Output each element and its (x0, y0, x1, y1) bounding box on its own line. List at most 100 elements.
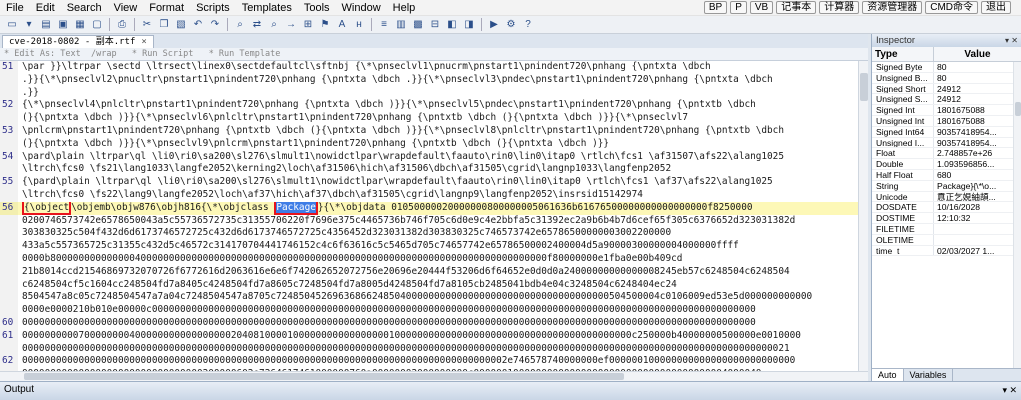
hex-search-icon[interactable]: ⊞ (301, 18, 315, 31)
exit-button[interactable]: 退出 (981, 1, 1011, 14)
insert-icon[interactable]: ʜ (352, 18, 366, 31)
editor-line[interactable]: (}{\pntxta \dbch )}}{\*\pnseclvl6\pnlclt… (0, 112, 868, 125)
goto-icon[interactable]: → (284, 18, 298, 31)
editor-line[interactable]: 61 00000000007000000004000000000000000002… (0, 329, 868, 343)
script-icon[interactable]: ◧ (445, 18, 459, 31)
editor-line[interactable]: \ltrch\fcs0 \fs21\lang1033\langfe2052\ke… (0, 163, 868, 177)
inspector-row[interactable]: Signed Short 24912 (872, 83, 1021, 95)
settings-icon[interactable]: ⚙ (504, 18, 518, 31)
compare-icon[interactable]: ⊟ (428, 18, 442, 31)
editor-line[interactable]: (}{\pntxta \dbch )}}{\*\pnseclvl9\pnlcrm… (0, 137, 868, 151)
vb-button[interactable]: VB (749, 1, 774, 14)
editor-line[interactable]: 54 \pard\plain \ltrpar\ql \li0\ri0\sa200\… (0, 150, 868, 164)
inspector-row[interactable]: Signed Byte 80 (872, 62, 1021, 73)
find-replace-icon[interactable]: ⇄ (250, 18, 264, 31)
editor-line[interactable]: 62 00000000000000000000000000000000000000… (0, 355, 868, 369)
help-icon[interactable]: ? (521, 18, 535, 31)
editor-line[interactable]: \ltrch\fcs0 \fs22\lang9\langfe2052\loch\… (0, 189, 868, 202)
p-button[interactable]: P (730, 1, 747, 14)
column-header-value[interactable]: Value (934, 47, 1021, 61)
editor-line[interactable]: 52 {\*\pnseclvl4\pnlcltr\pnstart1\pninden… (0, 99, 868, 113)
calculator-icon[interactable]: ▩ (411, 18, 425, 31)
inspector-row[interactable]: Unsigned B... 80 (872, 72, 1021, 84)
inspector-row[interactable]: Signed Int 1801675088 (872, 105, 1021, 116)
document-tab[interactable]: cve-2018-0802 - 副本.rtf × (2, 35, 154, 48)
cut-icon[interactable]: ✂ (140, 18, 154, 31)
scroll-thumb[interactable] (1015, 102, 1021, 116)
copy-icon[interactable]: ❐ (157, 18, 171, 31)
scroll-thumb[interactable] (860, 73, 868, 101)
editor-horizontal-scrollbar[interactable] (0, 371, 868, 381)
editor-line[interactable]: 8504547a8c05c7248504547a7a04c7248504547a… (0, 291, 868, 305)
inspector-row[interactable]: DOSTIME 12:10:32 (872, 213, 1021, 224)
find-icon[interactable]: ⌕ (233, 18, 247, 31)
inspector-scrollbar[interactable] (1013, 62, 1021, 368)
text-editor[interactable]: 51 \par }}\ltrpar \sectd \ltrsect\linex0\… (0, 61, 868, 381)
run-icon[interactable]: ▶ (487, 18, 501, 31)
inspector-row[interactable]: Float 2.748857e+26 (872, 148, 1021, 160)
menu-window[interactable]: Window (336, 0, 387, 16)
inspector-window-controls[interactable]: ▾ ✕ (1005, 34, 1021, 47)
text-icon[interactable]: A (335, 18, 349, 31)
menu-file[interactable]: File (0, 0, 30, 16)
menu-tools[interactable]: Tools (298, 0, 336, 16)
editor-line[interactable]: 303830325c504f432d6d6173746572725c432d6d… (0, 227, 868, 241)
editor-line[interactable]: 0000000000000000000000000000000000000000… (0, 342, 868, 356)
inspector-row[interactable]: time_t 02/03/2027 1... (872, 245, 1021, 257)
new-file-icon[interactable]: ▭ (5, 18, 19, 31)
editor-line[interactable]: 0200746573742e6578650043a5c55736572735c3… (0, 214, 868, 228)
menu-format[interactable]: Format (143, 0, 190, 16)
inspector-row[interactable]: OLETIME (872, 234, 1021, 246)
menu-help[interactable]: Help (387, 0, 422, 16)
bookmark-icon[interactable]: ⚑ (318, 18, 332, 31)
inspector-row[interactable]: String Package}{\*\o... (872, 180, 1021, 192)
print-icon[interactable]: ⎙ (115, 18, 129, 31)
clipboard-icon[interactable]: ▥ (394, 18, 408, 31)
open-icon[interactable]: ▤ (39, 18, 53, 31)
menu-edit[interactable]: Edit (30, 0, 61, 16)
bp-button[interactable]: BP (703, 1, 728, 14)
template-icon[interactable]: ◨ (462, 18, 476, 31)
undo-icon[interactable]: ↶ (191, 18, 205, 31)
editor-line[interactable]: 55 {\pard\plain \ltrpar\ql \li0\ri0\sa200… (0, 176, 868, 189)
save-all-icon[interactable]: ▦ (73, 18, 87, 31)
cmd-button[interactable]: CMD命令 (925, 1, 978, 14)
inspector-row[interactable]: Half Float 680 (872, 169, 1021, 181)
explorer-button[interactable]: 资源管理器 (862, 1, 923, 14)
overwrite-icon[interactable]: ≡ (377, 18, 391, 31)
redo-icon[interactable]: ↷ (208, 18, 222, 31)
inspector-row[interactable]: Unsigned Int 1801675088 (872, 115, 1021, 127)
output-window-controls[interactable]: ▾ ✕ (1002, 382, 1021, 400)
inspector-row[interactable]: Unsigned S... 24912 (872, 94, 1021, 106)
inspector-row[interactable]: Double 1.093596856... (872, 159, 1021, 170)
menu-templates[interactable]: Templates (236, 0, 298, 16)
dropdown-icon[interactable]: ▾ (22, 18, 36, 31)
paste-icon[interactable]: ▧ (174, 18, 188, 31)
editor-line[interactable]: 53 \pnlcrm\pnstart1\pnindent720\pnhang {\… (0, 125, 868, 138)
editor-line[interactable]: .}}{\*\pnseclvl2\pnucltr\pnstart1\pninde… (0, 73, 868, 87)
output-label[interactable]: Output (4, 382, 34, 400)
column-header-type[interactable]: Type (872, 47, 934, 61)
save-icon[interactable]: ▣ (56, 18, 70, 31)
inspector-row[interactable]: Unsigned I... 90357418954... (872, 137, 1021, 149)
inspector-row[interactable]: FILETIME (872, 223, 1021, 235)
editor-line[interactable]: c6248504cf5c1604cc248504fd7a8405c4248504… (0, 278, 868, 292)
editor-line[interactable]: 51 \par }}\ltrpar \sectd \ltrsect\linex0\… (0, 61, 868, 74)
calculator-button[interactable]: 计算器 (819, 1, 860, 14)
close-tab-icon[interactable]: × (141, 37, 146, 47)
tab-auto[interactable]: Auto (872, 369, 904, 381)
inspector-row[interactable]: Signed Int64 90357418954... (872, 126, 1021, 138)
editor-options-bar[interactable]: * Edit As: Text /wrap * Run Script * Run… (0, 48, 868, 61)
tab-variables[interactable]: Variables (904, 369, 954, 381)
menu-search[interactable]: Search (61, 0, 108, 16)
close-file-icon[interactable]: ▢ (90, 18, 104, 31)
editor-line[interactable]: 0000e0000210b010e00000c00000000000000000… (0, 304, 868, 317)
menu-view[interactable]: View (108, 0, 144, 16)
editor-line[interactable]: 433a5c557365725c31355c432d5c46572c314170… (0, 240, 868, 253)
inspector-row[interactable]: DOSDATE 10/16/2028 (872, 202, 1021, 214)
editor-line[interactable]: 0000b80000000000000040000000000000000000… (0, 253, 868, 266)
scroll-thumb[interactable] (24, 373, 624, 380)
editor-vertical-scrollbar[interactable] (858, 61, 868, 371)
inspector-row[interactable]: Unicode 慐正乞娊紬頡... (872, 191, 1021, 203)
menu-scripts[interactable]: Scripts (190, 0, 236, 16)
